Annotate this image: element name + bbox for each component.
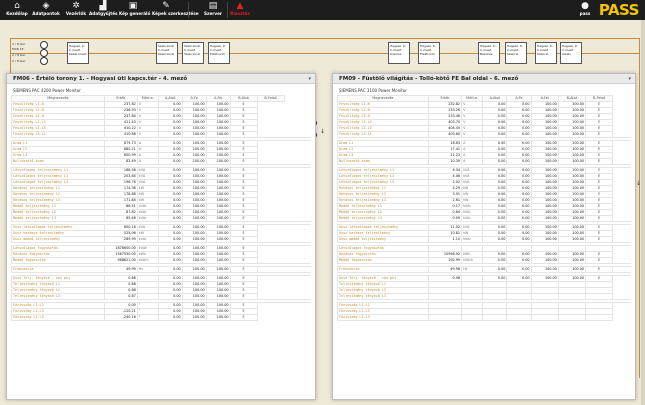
value-cell — [530, 314, 559, 321]
unit-cell — [461, 314, 484, 321]
toolbar-item-label: Adatpontok — [32, 11, 60, 16]
brand-logo: PASS — [598, 1, 640, 19]
value-cell — [482, 314, 508, 321]
toolbar-item-edit[interactable]: ✎ Képek szerkesztése — [152, 0, 199, 20]
flag-cell — [585, 314, 614, 321]
value-cell: 100.00 — [205, 314, 231, 321]
measurement-name: Fázisszög L1-L3 — [337, 314, 429, 321]
user-label: pass — [579, 11, 591, 16]
user-icon: ● — [581, 1, 589, 11]
diagram-feeder-box[interactable]: Hegesz. tr. C-mező Elektronik — [418, 42, 440, 64]
measurement-name: Fázisszög L1-L3 — [11, 314, 105, 321]
diagram-feeder-box[interactable]: Szekcionál C-mező Szekcionál — [182, 42, 204, 64]
toolbar-item-tag[interactable]: ◈ Adatpontok — [32, 0, 60, 20]
bg-label-2: 2 / Tr.Kar. — [12, 53, 26, 57]
device-name: SIEMENS PAC 4200 Power Monitor — [13, 88, 81, 93]
diagram-feeder-box[interactable]: Hegesz. tr. C-mező Elektronik — [208, 42, 230, 64]
toolbar-separator — [188, 2, 189, 18]
transformer-symbol[interactable] — [40, 49, 48, 57]
gears-icon: ✲ — [72, 1, 80, 11]
edit-icon: ✎ — [162, 1, 170, 11]
unit-cell: ° — [136, 314, 159, 321]
diagram-feeder-box[interactable]: Hegesz. tr. C-mező Alkatr. — [560, 42, 582, 64]
page-scrollbar[interactable] — [641, 20, 645, 405]
table-row[interactable]: Fázisszög L1-L3 — [337, 314, 632, 321]
toolbar-item-label: Szerver — [204, 11, 222, 16]
close-icon[interactable]: ▾ — [308, 74, 311, 84]
toolbar-item-label: Kép generáló — [119, 11, 151, 16]
toolbar-item-label: Riasztás — [230, 11, 250, 16]
value-cell: 0.00 — [157, 314, 183, 321]
busbar-right — [639, 38, 640, 378]
value-cell — [506, 314, 532, 321]
top-toolbar: ● pass PASS ⌂ Kezdőlap ◈ Adatpontok ✲ Vezérlő… — [0, 0, 645, 20]
arrow-down-icon: ↓ — [320, 128, 326, 135]
chart-icon: ▟ — [99, 1, 107, 11]
toolbar-item-label: Kezdőlap — [6, 11, 28, 16]
toolbar-item-home[interactable]: ⌂ Kezdőlap — [3, 0, 31, 20]
meter-dialog-fm09[interactable]: FM09 - Füstölő világítás - Tolló-kötő FE… — [332, 73, 636, 400]
toolbar-item-picture[interactable]: ▣ Kép generáló — [119, 0, 151, 20]
value-cell: -240.16 — [103, 314, 138, 321]
transformer-symbol[interactable] — [40, 57, 48, 65]
home-icon: ⌂ — [14, 1, 20, 11]
toolbar-item-label: Vezérlők — [65, 11, 87, 16]
table-row[interactable]: Fázisszög L1-L3 -240.16 ° 0.00 100.00 100.00 E — [11, 314, 312, 321]
toolbar-item-chart[interactable]: ▟ Adatgyűjtés — [89, 0, 118, 20]
diagram-feeder-box[interactable]: Hegesz. tr. C-mező Besüllés — [478, 42, 500, 64]
bg-label-0: 2 / Tr.Kar. — [12, 42, 26, 46]
diagram-feeder-box[interactable]: Hegesz. tr. C-mező Kábel.mezö — [67, 42, 89, 64]
diagram-feeder-box[interactable]: Hegesz. tr. C-mező Szekció — [505, 42, 527, 64]
value-cell: 100.00 — [181, 314, 207, 321]
close-icon[interactable]: ▾ — [628, 74, 631, 84]
picture-icon: ▣ — [128, 1, 138, 11]
value-cell — [557, 314, 587, 321]
alarm-icon: ▲ — [236, 1, 244, 11]
tag-icon: ◈ — [42, 1, 50, 11]
toolbar-item-gears[interactable]: ✲ Vezérlők — [62, 0, 90, 20]
transformer-symbol[interactable] — [40, 41, 48, 49]
flag-cell: E — [229, 314, 258, 321]
user-menu[interactable]: ● pass — [577, 0, 593, 17]
meter-dialog-fm06[interactable]: FM06 - Értéló torony 1. - Hogyasi üti ka… — [6, 73, 316, 400]
device-name: SIEMENS PAC 3100 Power Monitor — [339, 88, 407, 93]
toolbar-item-label: Képek szerkesztése — [152, 11, 199, 16]
bg-label-3: 2 / Tr.Kar. — [12, 59, 26, 63]
diagram-feeder-box[interactable]: Szekcionál C-mező Szekcionál — [156, 42, 178, 64]
value-cell — [427, 314, 463, 321]
measurement-table: Megnevezés Érték Mért.e. A-Alsó A-Fe A-Fel B-A… — [337, 95, 631, 321]
column-header[interactable]: B-Felső — [256, 95, 285, 102]
server-icon: ▤ — [208, 1, 218, 11]
dialog-title[interactable]: FM06 - Értéló torony 1. - Hogyasi üti ka… — [7, 74, 315, 84]
toolbar-item-server[interactable]: ▤ Szerver — [199, 0, 227, 20]
toolbar-item-alarm[interactable]: ▲ Riasztás — [226, 0, 254, 20]
toolbar-item-label: Adatgyűjtés — [89, 11, 118, 16]
diagram-feeder-box[interactable]: Hegesz. tr. C-mező Szekció — [535, 42, 557, 64]
busbar-top — [10, 38, 640, 39]
diagram-feeder-box[interactable]: Hegesz. tr. C-mező Áramsz. — [388, 42, 410, 64]
dialog-title[interactable]: FM09 - Füstölő világítás - Tolló-kötő FE… — [333, 74, 635, 84]
bg-label-1: MCB 1E — [12, 47, 24, 51]
measurement-table: Megnevezés Érték Mért.e. A-Alsó A-Fe A-Fel B-A… — [11, 95, 311, 321]
